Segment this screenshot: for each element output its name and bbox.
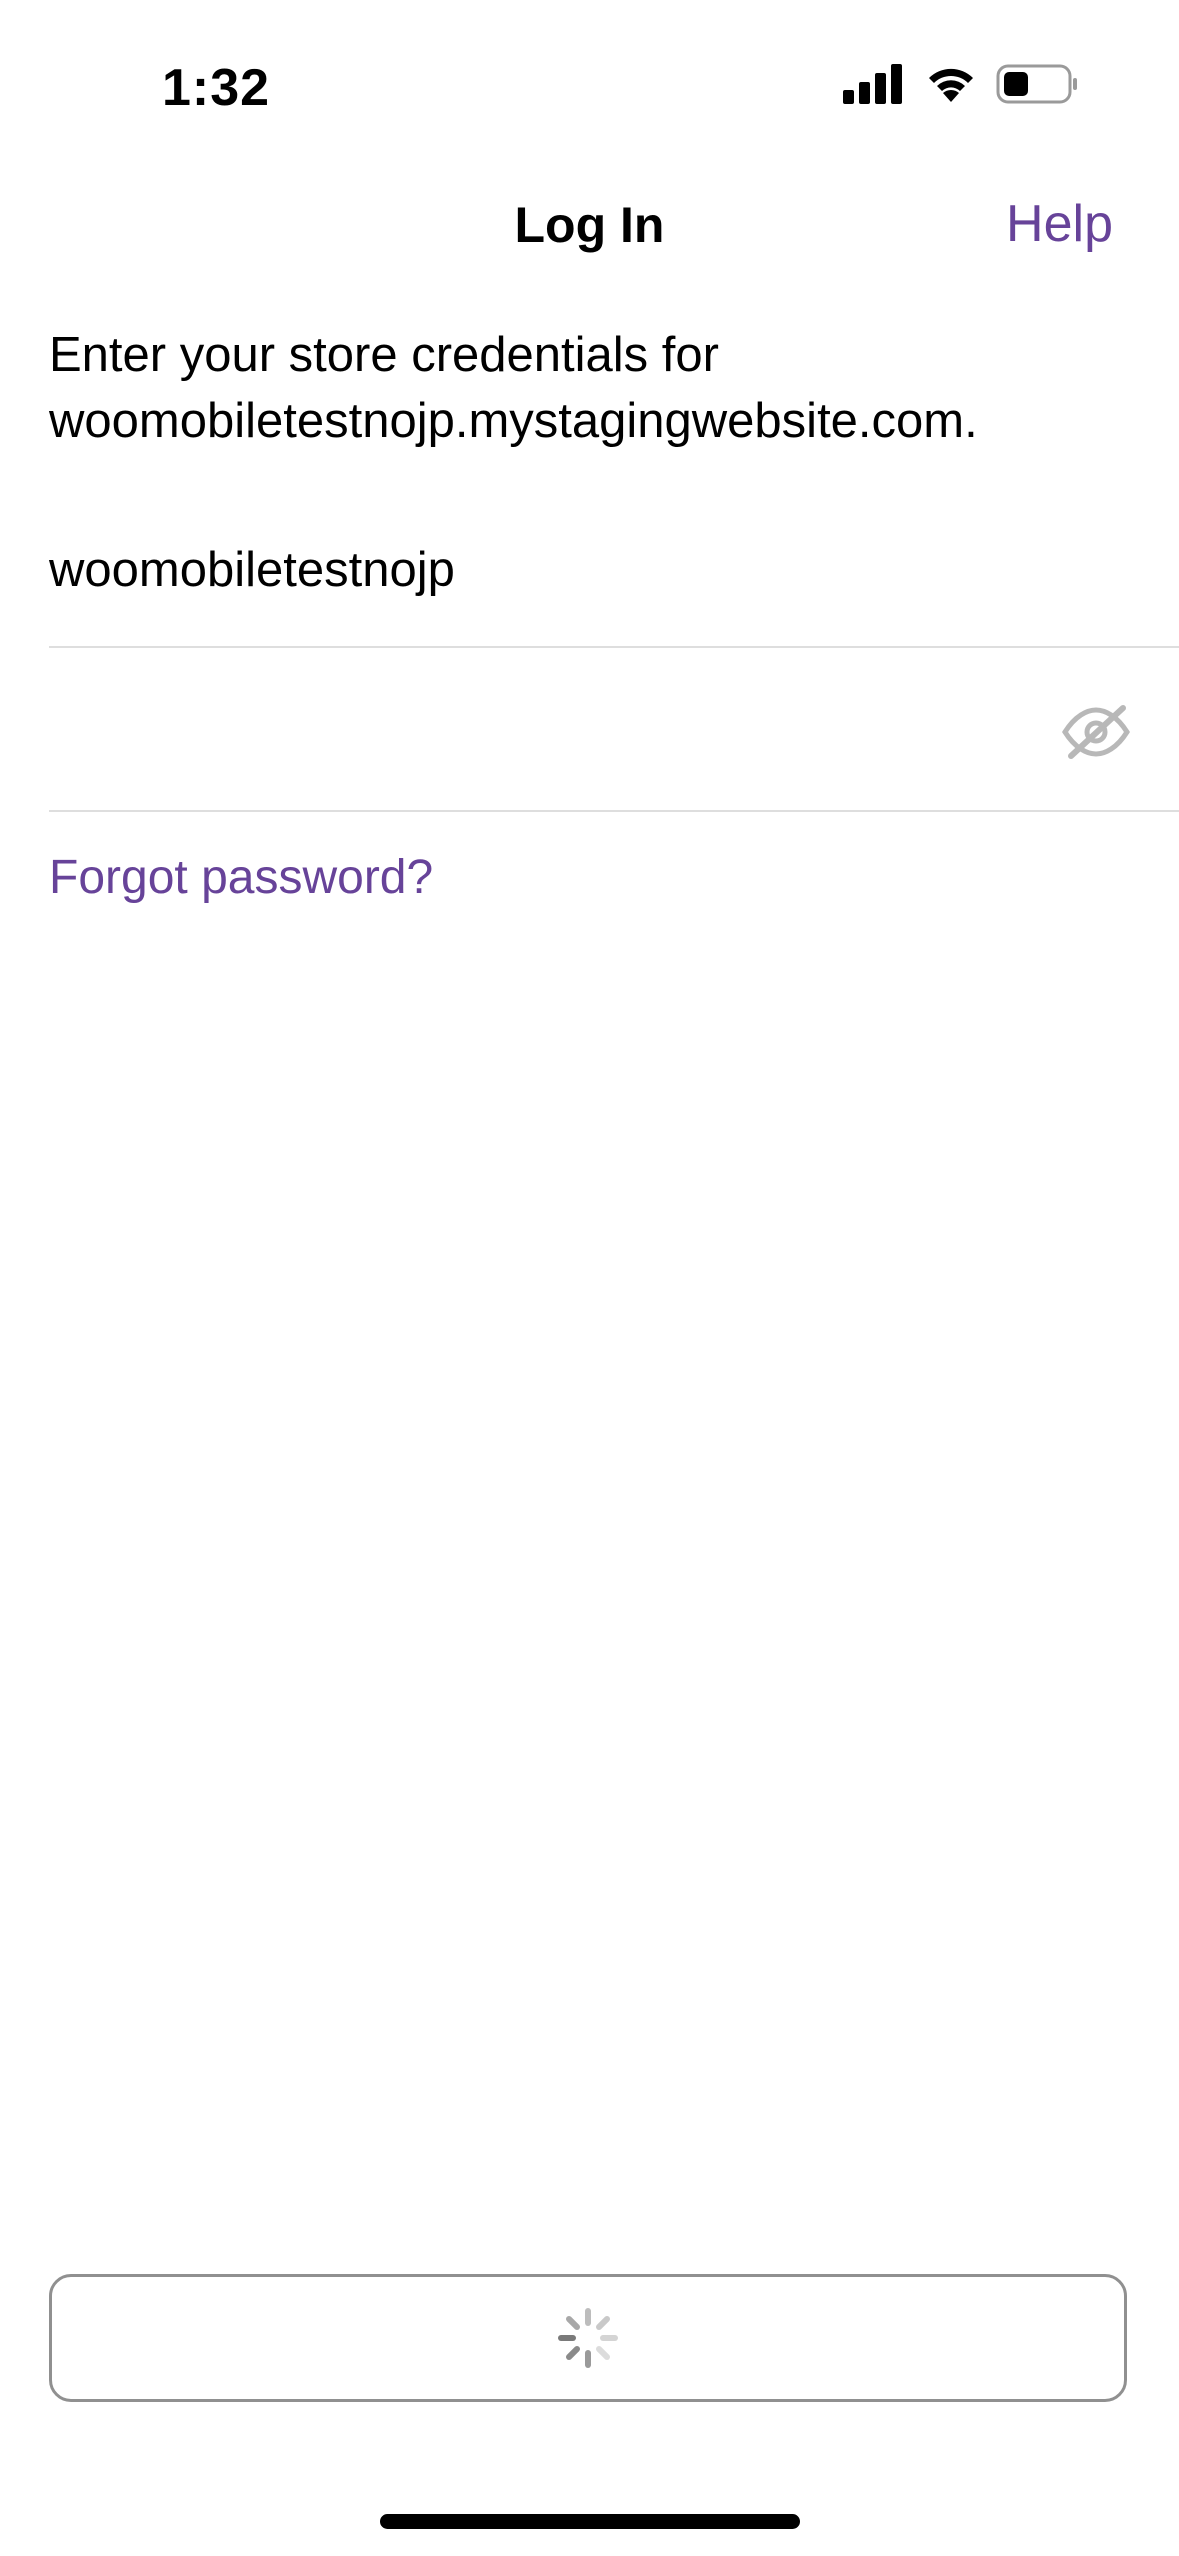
navigation-bar: Log In Help — [0, 180, 1179, 270]
submit-button[interactable] — [49, 2274, 1127, 2402]
wifi-icon — [924, 62, 978, 109]
status-time: 1:32 — [162, 59, 271, 117]
signal-icon — [843, 64, 905, 109]
instructions-text: Enter your store credentials for woomobi… — [49, 328, 978, 448]
page-title: Log In — [514, 197, 665, 253]
home-indicator — [380, 2514, 800, 2529]
username-field[interactable]: woomobiletestnojp — [49, 530, 1179, 648]
forgot-password-link[interactable]: Forgot password? — [49, 850, 433, 905]
status-bar: 1:32 — [0, 0, 1179, 160]
help-button[interactable]: Help — [1006, 194, 1113, 254]
password-field-row — [49, 648, 1179, 812]
spinner-icon — [557, 2307, 619, 2374]
eye-slash-icon[interactable] — [1061, 704, 1131, 765]
password-field[interactable] — [49, 688, 1049, 768]
battery-icon — [996, 64, 1078, 109]
